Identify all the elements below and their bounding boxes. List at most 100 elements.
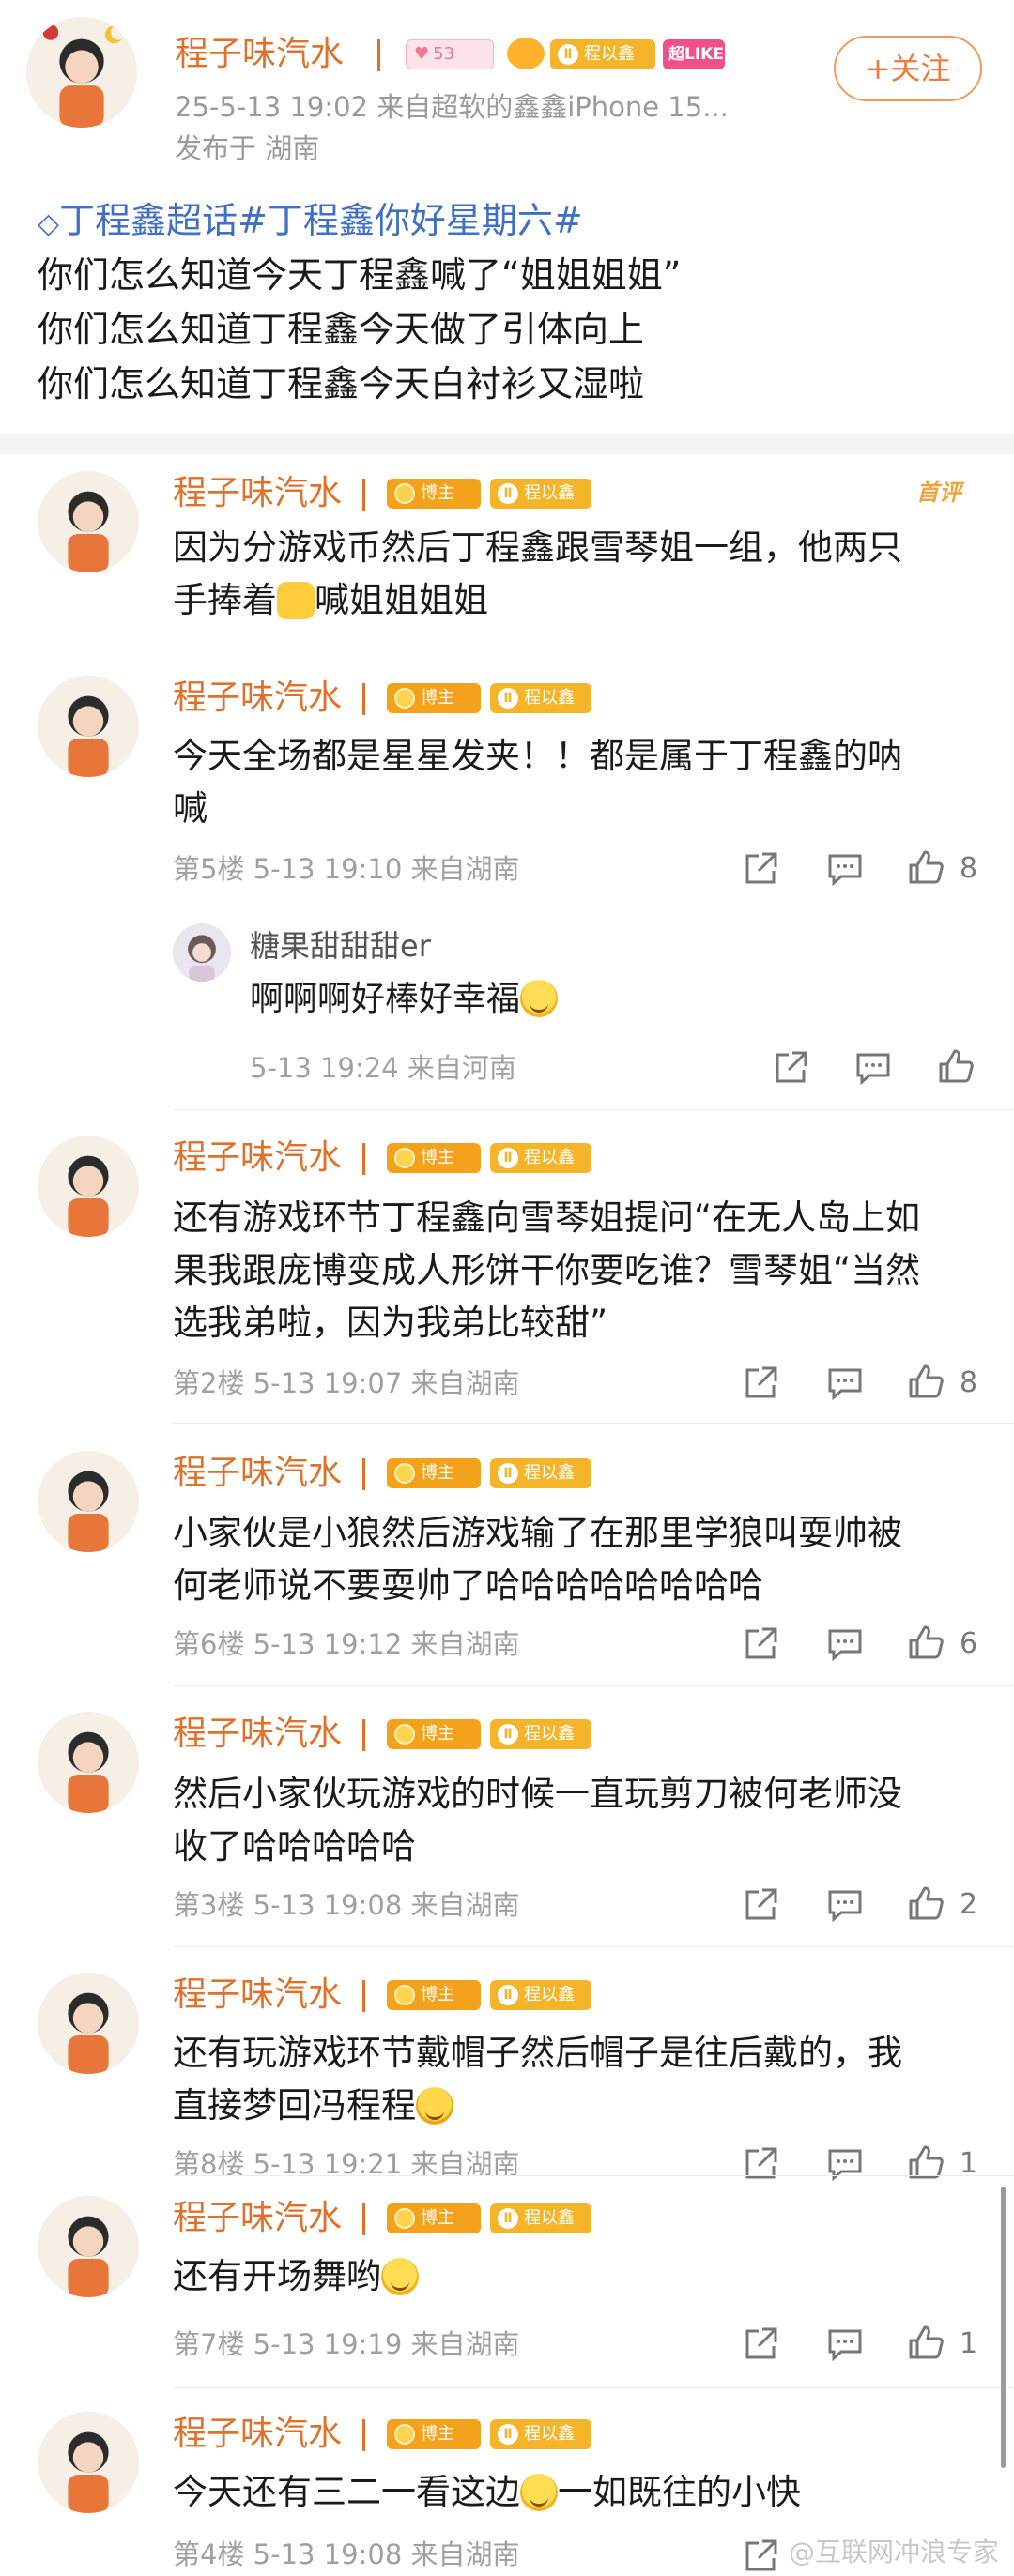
group-badge-icon: Ⅱ: [558, 44, 578, 65]
comment-avatar[interactable]: [38, 1451, 139, 1552]
host-badge: 博主: [387, 2419, 481, 2449]
post-location: 发布于 湖南: [175, 132, 320, 164]
comment-author[interactable]: 程子味汽水: [173, 1137, 342, 1179]
host-badge: 博主: [387, 1458, 481, 1488]
comment-icon[interactable]: [826, 1364, 864, 1402]
comment-icon[interactable]: [826, 2145, 864, 2183]
comment-avatar[interactable]: [38, 471, 139, 572]
comment-line: 然后小家伙玩游戏的时候一直玩剪刀被何老师没: [173, 1774, 902, 1814]
host-badge-icon: [394, 2208, 415, 2229]
reply-author[interactable]: 糖果甜甜甜er: [250, 927, 431, 965]
host-badge-icon: [394, 1985, 415, 2005]
host-badge-icon: [394, 483, 415, 504]
comment-icon[interactable]: [826, 2325, 864, 2363]
comment-text: 还有游戏环节丁程鑫向雪琴姐提问“在无人岛上如 果我跟庞博变成人形饼干你要吃谁？雪…: [173, 1192, 990, 1349]
fans-level-value: 53: [433, 44, 455, 64]
group-badge[interactable]: Ⅱ 程以鑫: [490, 1458, 592, 1488]
group-badge-icon: Ⅱ: [498, 483, 518, 504]
comment-avatar[interactable]: [38, 676, 139, 777]
comment-divider: [173, 2175, 1014, 2176]
comment-line: 手捧着 喊姐姐姐姐: [173, 574, 990, 627]
like-icon[interactable]: [907, 1884, 945, 1922]
share-icon[interactable]: [742, 1886, 779, 1924]
share-icon[interactable]: [742, 2145, 779, 2183]
share-icon[interactable]: [742, 1625, 779, 1663]
comment-author[interactable]: 程子味汽水: [173, 1714, 342, 1755]
host-badge-icon: [394, 1724, 415, 1745]
like-icon[interactable]: [937, 1047, 975, 1085]
comment-segment: 今天还有三二一看这边: [173, 2472, 520, 2512]
name-separator: [362, 1980, 365, 2012]
group-badge[interactable]: Ⅱ 程以鑫: [490, 1143, 592, 1173]
comment-meta: 第4楼 5-13 19:08 来自湖南: [173, 2538, 520, 2570]
reply-text: 啊啊啊好棒好幸福: [250, 978, 559, 1021]
comment-icon[interactable]: [826, 1625, 864, 1663]
like-icon[interactable]: [907, 1623, 945, 1661]
post-author-avatar[interactable]: [26, 17, 137, 128]
comment-author[interactable]: 程子味汽水: [173, 2198, 342, 2239]
like-icon[interactable]: [907, 848, 945, 886]
host-badge-label: 博主: [421, 1148, 454, 1167]
share-icon[interactable]: [742, 1364, 779, 1402]
like-badge[interactable]: 超LIKE: [663, 39, 725, 69]
host-badge: 博主: [387, 1980, 481, 2010]
comment-text: 因为分游戏币然后丁程鑫跟雪琴姐一组，他两只 手捧着 喊姐姐姐姐: [173, 522, 990, 627]
comment-text: 今天还有三二一看这边 一如既往的小快: [173, 2466, 990, 2519]
group-badge[interactable]: Ⅱ 程以鑫: [490, 1719, 592, 1749]
post-author-name[interactable]: 程子味汽水: [175, 34, 344, 75]
reply-meta: 5-13 19:24 来自河南: [250, 1052, 516, 1084]
group-badge-icon: Ⅱ: [498, 1463, 518, 1484]
comment-icon[interactable]: [826, 850, 864, 888]
share-icon[interactable]: [742, 850, 779, 888]
comment-avatar[interactable]: [38, 1712, 139, 1813]
share-icon[interactable]: [742, 2325, 779, 2363]
group-badge-label: 程以鑫: [524, 1724, 575, 1744]
comment-avatar[interactable]: [38, 2196, 139, 2297]
top-comment-tag: 首评: [916, 480, 961, 506]
group-badge[interactable]: Ⅱ 程以鑫: [490, 2203, 592, 2233]
comment-avatar[interactable]: [38, 1136, 139, 1237]
group-badge-label: 程以鑫: [524, 483, 575, 503]
host-badge: 博主: [387, 479, 481, 509]
group-badge-label: 程以鑫: [524, 2424, 575, 2444]
share-icon[interactable]: [772, 1049, 809, 1087]
post-line: 你们怎么知道丁程鑫今天做了引体向上: [38, 309, 645, 350]
fans-level-badge[interactable]: ♥ 53: [406, 39, 494, 69]
comment-line: 果我跟庞博变成人形饼干你要吃谁？雪琴姐“当然: [173, 1250, 921, 1290]
group-badge[interactable]: Ⅱ 程以鑫: [490, 479, 592, 509]
group-badge-label: 程以鑫: [524, 1148, 575, 1167]
reply-avatar[interactable]: [173, 923, 231, 982]
follow-button[interactable]: +关注: [834, 36, 982, 101]
like-count: 8: [960, 1366, 978, 1399]
group-badge[interactable]: Ⅱ 程以鑫: [490, 2419, 592, 2449]
like-count: 6: [960, 1627, 978, 1660]
like-badge-label: 超LIKE: [668, 45, 724, 64]
comment-avatar[interactable]: [38, 1973, 139, 2074]
group-badge[interactable]: Ⅱ 程以鑫: [490, 683, 592, 713]
comment-author[interactable]: 程子味汽水: [173, 1453, 342, 1494]
host-badge-icon: [394, 688, 415, 709]
comment-icon[interactable]: [854, 1049, 892, 1087]
topic-link[interactable]: ◇丁程鑫超话#丁程鑫你好星期六#: [38, 197, 583, 248]
share-icon[interactable]: [742, 2538, 779, 2575]
comment-icon[interactable]: [826, 1886, 864, 1924]
comment-line: 还有游戏环节丁程鑫向雪琴姐提问“在无人岛上如: [173, 1197, 921, 1238]
comment-text: 今天全场都是星星发夹！！都是属于丁程鑫的呐 喊: [173, 730, 990, 835]
comment-author[interactable]: 程子味汽水: [173, 1974, 342, 2016]
group-badge-icon: Ⅱ: [498, 688, 518, 709]
comment-author[interactable]: 程子味汽水: [173, 2414, 342, 2455]
comment-meta: 第2楼 5-13 19:07 来自湖南: [173, 1367, 520, 1399]
group-badge[interactable]: Ⅱ 程以鑫: [550, 39, 655, 69]
scrollbar[interactable]: [1001, 2187, 1006, 2468]
comment-line: 收了哈哈哈哈哈: [173, 1826, 416, 1867]
comment-avatar[interactable]: [38, 2412, 139, 2513]
comment-author[interactable]: 程子味汽水: [173, 473, 342, 514]
like-icon[interactable]: [907, 1363, 945, 1400]
group-badge[interactable]: Ⅱ 程以鑫: [490, 1980, 592, 2010]
group-badge-icon: Ⅱ: [498, 1724, 518, 1745]
comment-meta: 第5楼 5-13 19:10 来自湖南: [173, 853, 520, 885]
comment-meta: 第6楼 5-13 19:12 来自湖南: [173, 1628, 520, 1660]
comment-author[interactable]: 程子味汽水: [173, 678, 342, 719]
group-badge-label: 程以鑫: [524, 2208, 575, 2228]
like-icon[interactable]: [907, 2324, 945, 2361]
